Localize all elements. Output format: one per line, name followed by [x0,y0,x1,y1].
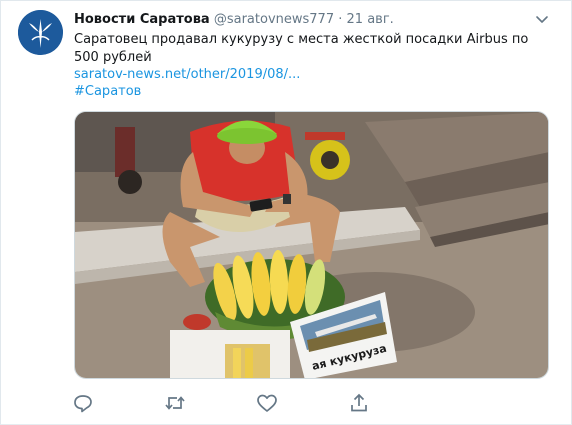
account-name[interactable]: Новости Саратова [74,12,210,27]
chevron-down-icon[interactable] [534,12,550,26]
retweet-icon[interactable] [163,391,187,415]
tweet-date[interactable]: 21 авг. [347,12,394,27]
tweet-header: Новости Саратова @saratovnews777 · 21 ав… [74,11,544,31]
tweet-photo[interactable]: ая кукуруза [74,111,549,379]
heart-icon[interactable] [255,391,279,415]
hashtag-link[interactable]: #Саратов [74,83,141,101]
article-link[interactable]: saratov-news.net/other/2019/08/... [74,66,300,84]
tweet-card[interactable]: Новости Саратова @saratovnews777 · 21 ав… [0,0,572,425]
separator-dot: · [338,12,343,27]
account-handle[interactable]: @saratovnews777 [214,12,334,27]
avatar-emblem-icon [18,10,63,55]
action-bar [1,391,572,415]
share-icon[interactable] [347,391,371,415]
tweet-text: Саратовец продавал кукурузу с места жест… [74,32,529,65]
avatar[interactable] [18,10,63,55]
reply-icon[interactable] [71,391,95,415]
